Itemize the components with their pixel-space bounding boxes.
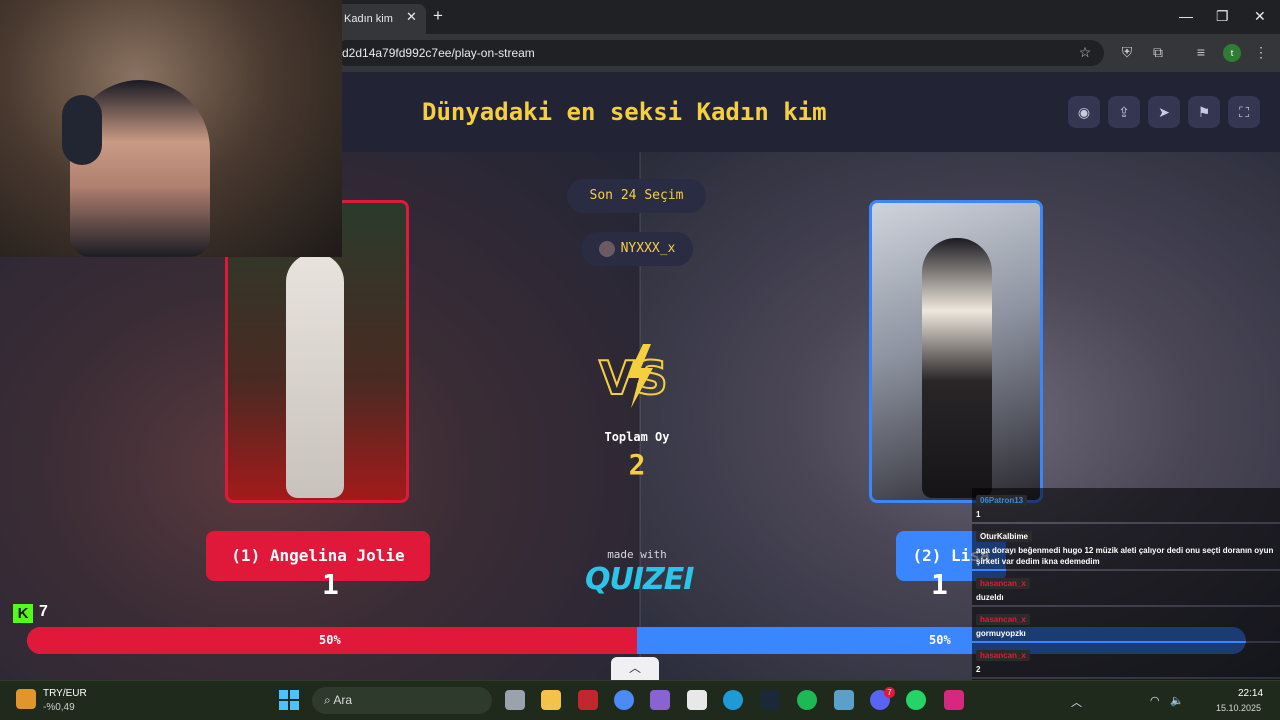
- task-view-icon[interactable]: [505, 690, 525, 710]
- discord-badge: 7: [884, 687, 895, 698]
- more-menu-icon[interactable]: ⋮: [1252, 44, 1270, 62]
- close-tab-icon[interactable]: ✕: [406, 9, 417, 25]
- windows-start-icon[interactable]: [279, 690, 299, 710]
- user-avatar: [598, 240, 615, 257]
- steam-icon[interactable]: [760, 690, 780, 710]
- currency-widget-icon[interactable]: [16, 689, 36, 709]
- chat-message: hasancan_x duzeldı: [972, 571, 1280, 605]
- chat-text: duzeldı: [976, 593, 1004, 602]
- fullscreen-icon[interactable]: ⛶: [1228, 96, 1260, 128]
- history-pill[interactable]: Son 24 Seçim: [567, 179, 706, 213]
- send-icon[interactable]: ➤: [1148, 96, 1180, 128]
- left-option-button[interactable]: (1) Angelina Jolie: [206, 531, 430, 581]
- chat-text: 2: [976, 665, 981, 674]
- headset-icon: [62, 95, 102, 165]
- chat-username: OturKalbime: [976, 531, 1033, 542]
- store-icon[interactable]: [687, 690, 707, 710]
- bookmark-star-icon[interactable]: ☆: [1076, 44, 1094, 62]
- spotify-icon[interactable]: [797, 690, 817, 710]
- file-explorer-icon[interactable]: [541, 690, 561, 710]
- chat-username: 06Patron13: [976, 495, 1028, 506]
- chat-username: hasancan_x: [976, 614, 1030, 625]
- extensions-icon[interactable]: ⧉: [1149, 44, 1167, 62]
- share-icon[interactable]: ⇪: [1108, 96, 1140, 128]
- right-option-image[interactable]: [869, 200, 1043, 503]
- collapse-chevron-button[interactable]: ︿: [611, 657, 659, 680]
- volume-icon[interactable]: 🔈: [1170, 694, 1184, 707]
- clock-date[interactable]: 15.10.2025: [1216, 703, 1261, 713]
- left-vote-count: 1: [322, 568, 339, 601]
- edge-icon[interactable]: [723, 690, 743, 710]
- right-percent: 50%: [929, 633, 951, 647]
- eye-icon[interactable]: ◉: [1068, 96, 1100, 128]
- tab-title: Kadın kim: [344, 13, 393, 25]
- made-with-label: made with: [607, 548, 667, 561]
- whatsapp-icon[interactable]: [906, 690, 926, 710]
- media-queue-icon[interactable]: ≡: [1192, 44, 1210, 62]
- left-figure: [286, 253, 344, 498]
- shield-icon[interactable]: ⛨: [1118, 44, 1136, 62]
- instagram-icon[interactable]: [944, 690, 964, 710]
- taskbar-search[interactable]: ⌕ Ara: [312, 687, 492, 714]
- search-icon: ⌕: [324, 693, 334, 707]
- wifi-icon[interactable]: ◠: [1150, 694, 1160, 707]
- app-icon[interactable]: [834, 690, 854, 710]
- chat-message: OturKalbime aga dorayı beğenmedi hugo 12 …: [972, 524, 1280, 569]
- windows-taskbar: [0, 680, 1280, 720]
- chat-text: gormuyopzkı: [976, 629, 1026, 638]
- right-vote-count: 1: [931, 568, 948, 601]
- chat-text: aga dorayı beğenmedi hugo 12 müzik aleti…: [976, 546, 1274, 566]
- left-percent: 50%: [319, 633, 341, 647]
- total-votes-value: 2: [628, 448, 646, 481]
- vs-icon: VS: [598, 344, 669, 408]
- ticker-name[interactable]: TRY/EUR: [43, 688, 87, 699]
- ticker-value: -%0,49: [43, 702, 75, 713]
- kick-logo: K: [13, 604, 33, 623]
- flag-icon[interactable]: ⚑: [1188, 96, 1220, 128]
- chat-message: 06Patron13 1: [972, 488, 1280, 522]
- chat-message: hasancan_x 2: [972, 643, 1280, 677]
- profile-avatar[interactable]: t: [1223, 44, 1241, 62]
- minimize-button[interactable]: —: [1179, 8, 1193, 24]
- webcam-overlay: [0, 0, 342, 257]
- viewer-count: 7: [39, 603, 48, 620]
- quizei-logo[interactable]: QUIZEI: [585, 562, 694, 597]
- chat-message: hasancan_x gormuyopzkı: [972, 607, 1280, 641]
- chat-text: 1: [976, 510, 981, 519]
- netflix-icon[interactable]: [578, 690, 598, 710]
- address-bar[interactable]: d2d14a79fd992c7ee/play-on-stream: [334, 40, 1104, 66]
- chat-username: hasancan_x: [976, 650, 1030, 661]
- chrome-icon[interactable]: [614, 690, 634, 710]
- maximize-button[interactable]: ❐: [1216, 8, 1229, 25]
- quiz-title: Dünyadaki en seksi Kadın kim: [422, 98, 827, 126]
- close-window-button[interactable]: ✕: [1254, 8, 1266, 25]
- right-figure: [922, 238, 992, 498]
- current-user-name: NYXXX_x: [620, 241, 676, 256]
- copilot-icon[interactable]: [650, 690, 670, 710]
- chat-username: hasancan_x: [976, 578, 1030, 589]
- current-user-pill: NYXXX_x: [581, 232, 693, 266]
- total-votes-label: Toplam Oy: [604, 430, 670, 444]
- tray-overflow-icon[interactable]: ︿: [1071, 694, 1082, 710]
- search-placeholder: Ara: [333, 693, 353, 707]
- new-tab-button[interactable]: +: [433, 6, 443, 26]
- clock-time[interactable]: 22:14: [1238, 688, 1263, 699]
